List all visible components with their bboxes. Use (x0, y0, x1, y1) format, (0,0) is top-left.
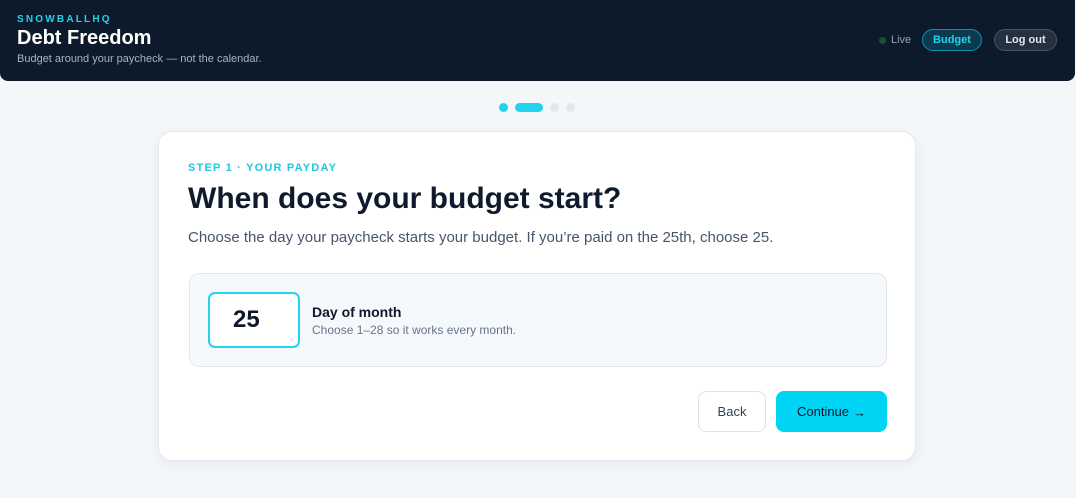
app-tagline: Budget around your paycheck — not the ca… (17, 53, 262, 65)
app-title: Debt Freedom (17, 27, 152, 49)
logout-button[interactable]: Log out (994, 29, 1057, 51)
progress-step-2 (515, 103, 543, 112)
app-header: SNOWBALLHQ Debt Freedom Budget around yo… (0, 0, 1075, 81)
page-title: When does your budget start? (188, 182, 622, 215)
back-button[interactable]: Back (698, 391, 766, 432)
payday-field-group: Day of month Choose 1–28 so it works eve… (189, 273, 887, 367)
onboarding-card: STEP 1 · YOUR PAYDAY When does your budg… (158, 131, 916, 461)
progress-step-3 (550, 103, 559, 112)
progress-step-1 (499, 103, 508, 112)
day-of-month-input[interactable] (208, 292, 300, 348)
arrow-right-icon: → (853, 405, 867, 420)
status-dot-icon (879, 36, 886, 44)
live-status-label: Live (891, 34, 912, 46)
budget-button[interactable]: Budget (922, 29, 982, 51)
field-label: Day of month (312, 304, 402, 320)
live-status: Live (879, 34, 911, 46)
continue-button[interactable]: Continue → (776, 391, 887, 432)
progress-step-4 (566, 103, 575, 112)
brand-name: SNOWBALLHQ (17, 14, 112, 25)
field-hint: Choose 1–28 so it works every month. (312, 323, 517, 337)
step-description: Choose the day your paycheck starts your… (188, 229, 774, 246)
continue-button-label: Continue (796, 404, 850, 419)
step-label: STEP 1 · YOUR PAYDAY (188, 162, 338, 174)
